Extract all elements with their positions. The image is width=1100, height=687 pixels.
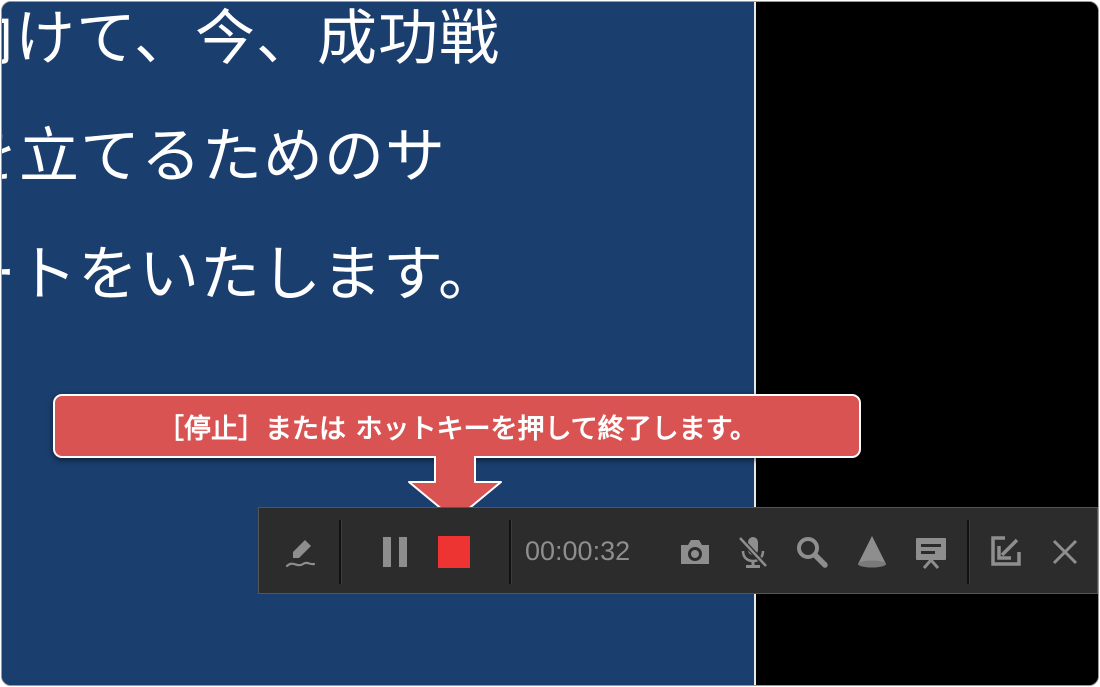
recording-toolbar: 00:00:32 bbox=[258, 507, 1098, 594]
instruction-callout: ［停止］または ホットキーを押して終了します。 bbox=[53, 394, 861, 458]
recording-timer: 00:00:32 bbox=[525, 536, 631, 566]
whiteboard-icon bbox=[916, 537, 946, 569]
whiteboard-button[interactable] bbox=[903, 508, 959, 595]
minimize-toolbar-button[interactable] bbox=[977, 508, 1033, 595]
close-icon bbox=[1052, 539, 1078, 564]
spotlight-button[interactable] bbox=[844, 508, 900, 595]
stop-button[interactable] bbox=[426, 508, 482, 595]
toolbar-divider bbox=[339, 520, 342, 584]
mic-muted-icon bbox=[738, 535, 768, 568]
slide-text-line-1: 向けて、今、成功戦 bbox=[2, 4, 500, 74]
microphone-button[interactable] bbox=[725, 508, 781, 595]
pen-button[interactable] bbox=[273, 508, 329, 595]
slide-text-line-2: を立てるためのサ bbox=[2, 122, 446, 192]
toolbar-divider bbox=[967, 520, 970, 584]
minimize-icon bbox=[991, 535, 1021, 566]
close-toolbar-button[interactable] bbox=[1037, 508, 1093, 595]
zoom-icon bbox=[797, 536, 828, 568]
pause-button[interactable] bbox=[367, 508, 423, 595]
spotlight-icon bbox=[858, 535, 886, 567]
screenshot-button[interactable] bbox=[667, 508, 723, 595]
pen-icon bbox=[285, 539, 316, 567]
callout-text: ［停止］または ホットキーを押して終了します。 bbox=[157, 413, 757, 445]
pause-icon bbox=[383, 536, 407, 567]
slide-text-line-3: ートをいたします。 bbox=[2, 240, 499, 310]
screenshot-frame: 向けて、今、成功戦 を立てるためのサ ートをいたします。 ［停止］または ホット… bbox=[1, 1, 1099, 686]
zoom-button[interactable] bbox=[784, 508, 840, 595]
camera-icon bbox=[681, 539, 709, 564]
stop-icon bbox=[438, 535, 470, 568]
toolbar-divider bbox=[509, 520, 512, 584]
